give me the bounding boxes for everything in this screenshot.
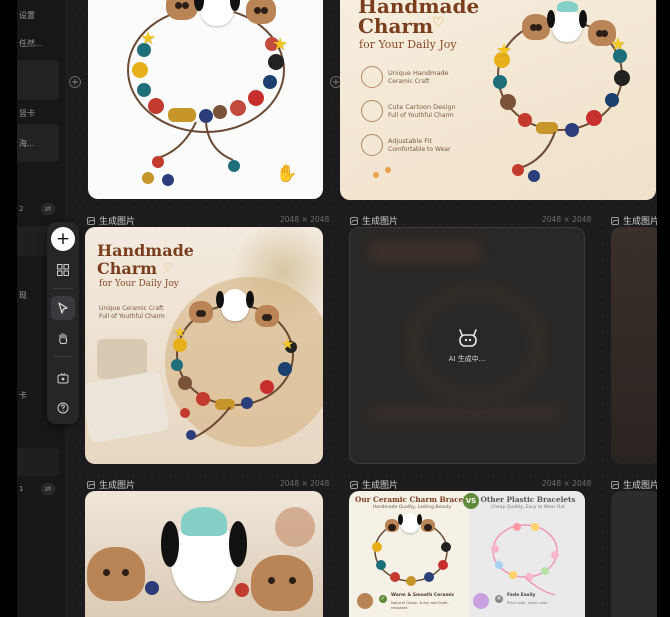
check-icon: ✓ — [379, 595, 387, 603]
layer-block[interactable] — [17, 448, 59, 476]
puppy-charm — [189, 301, 213, 323]
star-bead: ★ — [610, 34, 627, 55]
hand-icon[interactable] — [51, 326, 75, 350]
card-label-text: 生成图片 — [362, 217, 399, 227]
compare-right-feature: Fade Easily — [507, 593, 536, 598]
card-label-text: 生成图片 — [362, 481, 399, 491]
image-icon — [611, 480, 619, 489]
pager: 2 ⇄ — [17, 201, 59, 217]
puppy-charm — [87, 547, 145, 601]
image-icon — [87, 216, 95, 225]
image-icon — [350, 480, 358, 489]
puppy-charm — [421, 519, 435, 532]
grid-icon[interactable] — [51, 258, 75, 282]
bead-prop — [275, 507, 315, 547]
image-card[interactable]: ★ ★ ✋ — [88, 0, 323, 199]
star-bead: ★ — [173, 323, 187, 341]
puppy-charm — [522, 14, 550, 40]
hand-cursor-icon: ✋ — [276, 164, 298, 184]
compare-left-feature: Warm & Smooth Ceramic — [391, 593, 455, 598]
card-label: 生成图片 — [87, 214, 135, 227]
layer-item[interactable]: 任然... — [17, 30, 59, 56]
image-card[interactable] — [611, 227, 657, 464]
feature-thumb — [473, 593, 489, 609]
pochacco-charm — [398, 513, 422, 533]
image-card[interactable]: Handmade Charm ♡ for Your Daily Joy Uniq… — [85, 227, 323, 464]
compare-right-feature-desc: Plain look, loses color — [507, 600, 548, 605]
card-label: 生成图片 — [350, 478, 398, 491]
star-bead: ★ — [140, 28, 157, 49]
toolbar-divider — [53, 356, 73, 357]
star-bead: ★ — [281, 335, 295, 353]
card-label: 生成图片 — [611, 478, 657, 491]
pochacco-charm — [547, 0, 587, 42]
image-card[interactable] — [611, 491, 657, 617]
card-label-text: 生成图片 — [99, 481, 136, 491]
image-card[interactable] — [85, 491, 323, 617]
layer-item[interactable]: 海... — [17, 130, 59, 156]
bead — [145, 581, 159, 595]
image-icon — [350, 216, 358, 225]
card-label: 生成图片 — [611, 214, 657, 227]
card-dimensions: 2048 × 2048 — [280, 215, 330, 224]
pager-button[interactable]: ⇄ — [41, 203, 55, 215]
card-dimensions: 2048 × 2048 — [280, 479, 330, 488]
layer-item[interactable]: 竖卡 — [17, 100, 59, 126]
pochacco-charm — [216, 289, 254, 321]
card-label: 生成图片 — [87, 478, 135, 491]
image-icon — [87, 480, 95, 489]
card-label-text: 生成图片 — [623, 217, 657, 227]
layer-item[interactable]: 设置 — [17, 2, 59, 28]
add-icon[interactable]: + — [51, 227, 75, 251]
floating-toolbar: + — [47, 222, 79, 424]
image-card[interactable]: Handmade Charm ♡ for Your Daily Joy Uniq… — [340, 0, 656, 200]
pochacco-charm — [161, 506, 247, 601]
puppy-charm — [246, 0, 276, 24]
puppy-charm — [251, 555, 313, 611]
card-dimensions: 2048 × 2048 — [542, 215, 592, 224]
puppy-charm — [255, 305, 279, 327]
card-label-text: 生成图片 — [623, 481, 657, 491]
page-indicator: 1 — [19, 485, 24, 493]
star-bead: ★ — [496, 40, 513, 61]
star-bead: ★ — [272, 34, 289, 55]
image-card[interactable]: Our Ceramic Charm Bracelet Handmade Qual… — [349, 491, 585, 617]
add-node-icon[interactable]: + — [69, 76, 81, 88]
card-label-text: 生成图片 — [99, 217, 136, 227]
canvas[interactable]: 设置 任然... 竖卡 海... 2 ⇄ 现 卡 1 ⇄ + + ★ ★ ✋ H… — [17, 0, 657, 617]
pager-2: 1 ⇄ — [17, 481, 59, 497]
puppy-charm — [385, 519, 399, 532]
cursor-icon[interactable] — [51, 296, 75, 320]
image-icon — [611, 216, 619, 225]
media-icon[interactable] — [51, 366, 75, 390]
compare-left-feature-desc: Natural Glaze, shiny and fade-resistant — [391, 600, 449, 610]
ai-loading-icon — [457, 328, 479, 350]
card-label: 生成图片 — [350, 214, 398, 227]
help-icon[interactable] — [51, 396, 75, 420]
generating-status: AI 生成中... — [448, 355, 486, 363]
bead — [235, 583, 249, 597]
feature-thumb — [357, 593, 373, 609]
page-indicator: 2 — [19, 205, 24, 213]
card-dimensions: 2048 × 2048 — [542, 479, 592, 488]
toolbar-divider — [53, 288, 73, 289]
layer-block[interactable] — [17, 60, 59, 100]
generating-card[interactable]: AI 生成中... — [349, 227, 585, 464]
pager-button[interactable]: ⇄ — [41, 483, 55, 495]
x-icon: ✕ — [495, 595, 503, 603]
